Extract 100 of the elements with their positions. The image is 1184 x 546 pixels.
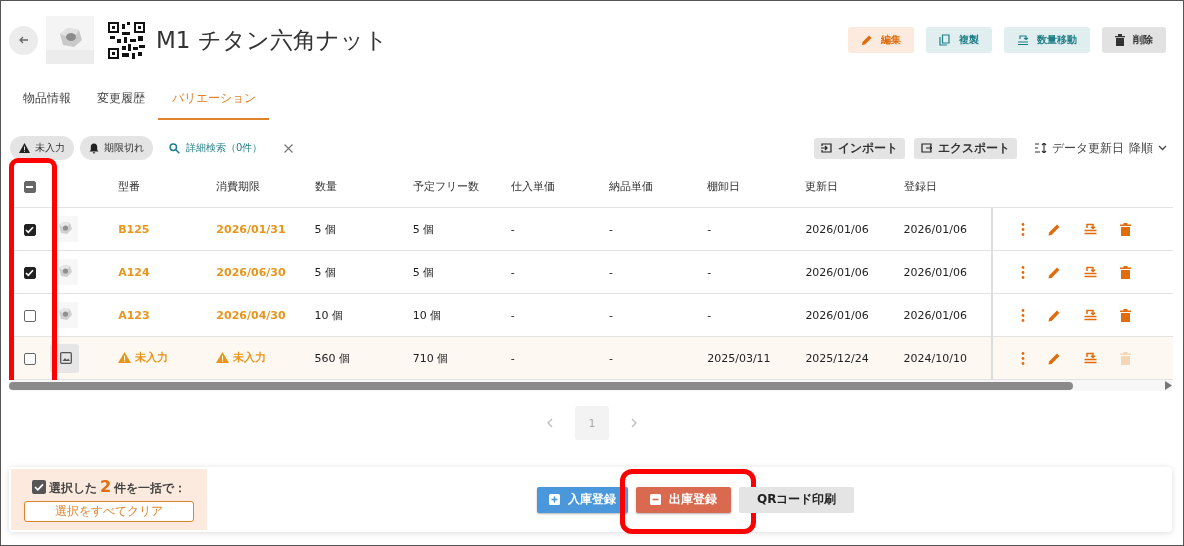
sort-icon bbox=[1035, 143, 1047, 153]
table-cell: 2026/01/06 bbox=[903, 308, 967, 322]
column-header: 更新日 bbox=[805, 180, 839, 193]
table-cell: - bbox=[609, 222, 613, 236]
warning-icon bbox=[118, 352, 132, 363]
next-page-icon[interactable] bbox=[631, 418, 638, 428]
table-cell: 5 個 bbox=[412, 222, 435, 236]
table-cell: 2026/01/06 bbox=[805, 222, 869, 236]
table-cell: 2026/01/06 bbox=[903, 265, 967, 279]
delete-button[interactable]: 削除 bbox=[1102, 27, 1166, 53]
table-cell: 2026/01/06 bbox=[805, 308, 869, 322]
column-header: 数量 bbox=[314, 180, 337, 193]
table-cell: 5 個 bbox=[314, 265, 336, 279]
expiry-date: 2026/04/30 bbox=[216, 308, 286, 322]
back-arrow-icon bbox=[17, 34, 30, 46]
export-button[interactable]: エクスポート bbox=[914, 137, 1017, 159]
table-cell: - bbox=[510, 308, 515, 322]
copy-icon bbox=[939, 34, 951, 46]
qr-code-icon bbox=[108, 21, 145, 59]
table-cell: 2025/03/11 bbox=[707, 351, 771, 365]
more-icon[interactable] bbox=[1020, 351, 1025, 365]
table-cell: - bbox=[707, 265, 712, 279]
expiry-date: 2026/01/31 bbox=[216, 222, 286, 236]
table-cell: 2024/10/10 bbox=[903, 351, 967, 365]
expiry-date: 未入力 bbox=[216, 350, 267, 365]
transfer-icon[interactable] bbox=[1083, 266, 1097, 278]
trash-icon[interactable] bbox=[1119, 308, 1131, 322]
table-cell: - bbox=[609, 308, 613, 322]
pencil-icon bbox=[861, 34, 873, 46]
transfer-icon[interactable] bbox=[1083, 309, 1097, 321]
column-header: 型番 bbox=[118, 180, 141, 193]
move-button[interactable]: 数量移動 bbox=[1004, 27, 1090, 53]
table-cell: 5 個 bbox=[314, 222, 336, 236]
pencil-icon[interactable] bbox=[1047, 351, 1061, 365]
table-cell: - bbox=[707, 222, 712, 236]
trash-icon bbox=[1115, 34, 1125, 46]
pencil-icon[interactable] bbox=[1047, 265, 1061, 279]
table-cell: - bbox=[609, 351, 613, 365]
table-cell: - bbox=[510, 265, 515, 279]
row-checkbox[interactable] bbox=[23, 309, 36, 322]
transfer-icon bbox=[1017, 34, 1029, 46]
item-title: M1 チタン六角ナット bbox=[156, 25, 388, 55]
trash-icon[interactable] bbox=[1119, 222, 1131, 236]
row-checkbox[interactable] bbox=[23, 266, 36, 279]
search-icon bbox=[169, 142, 180, 154]
more-icon[interactable] bbox=[1020, 265, 1025, 279]
export-icon bbox=[921, 143, 932, 153]
column-header: 消費期限 bbox=[216, 180, 261, 193]
copy-button[interactable]: 複製 bbox=[926, 27, 992, 53]
table-cell: - bbox=[609, 265, 613, 279]
table-cell: 710 個 bbox=[412, 351, 449, 365]
table-cell: 560 個 bbox=[314, 351, 350, 365]
import-icon bbox=[821, 143, 832, 153]
checkbox-icon bbox=[31, 480, 46, 494]
minus-box-icon bbox=[650, 494, 661, 505]
column-header: 登録日 bbox=[903, 180, 937, 193]
transfer-icon[interactable] bbox=[1083, 223, 1097, 235]
table-cell: 10 個 bbox=[314, 308, 343, 322]
column-header: 仕入単価 bbox=[510, 180, 555, 193]
selection-summary: 選択した 2 件を一括で： bbox=[48, 477, 187, 497]
warning-icon bbox=[19, 143, 30, 153]
advanced-search-link[interactable]: 詳細検索（0件） bbox=[169, 141, 263, 155]
qr-print-button[interactable]: QRコード印刷 bbox=[739, 486, 855, 513]
filter-chip[interactable]: 期限切れ bbox=[80, 136, 153, 160]
import-button[interactable]: インポート bbox=[814, 137, 905, 159]
tab[interactable]: 物品情報 bbox=[10, 81, 84, 120]
model-number: B125 bbox=[118, 222, 150, 236]
table-cell: 5 個 bbox=[412, 265, 435, 279]
previous-page-icon[interactable] bbox=[546, 418, 553, 428]
scrollbar-thumb[interactable] bbox=[9, 381, 1073, 390]
column-header: 棚卸日 bbox=[707, 180, 741, 193]
table-cell: 2025/12/24 bbox=[805, 351, 869, 365]
row-checkbox[interactable] bbox=[23, 352, 36, 365]
table-cell: 10 個 bbox=[412, 308, 442, 322]
warning-icon bbox=[216, 352, 230, 363]
table-cell: - bbox=[510, 222, 515, 236]
model-number: 未入力 bbox=[118, 350, 169, 365]
model-number: A123 bbox=[118, 308, 150, 322]
table-cell: 2026/01/06 bbox=[805, 265, 869, 279]
model-number: A124 bbox=[118, 265, 150, 279]
tab[interactable]: 変更履歴 bbox=[84, 81, 158, 120]
row-checkbox[interactable] bbox=[23, 223, 36, 236]
table-cell: 2026/01/06 bbox=[903, 222, 967, 236]
sort-dropdown[interactable]: データ更新日 降順 bbox=[1035, 139, 1167, 157]
back-button[interactable] bbox=[9, 25, 38, 55]
column-header: 納品単価 bbox=[609, 180, 654, 193]
column-header: 予定フリー数 bbox=[412, 180, 479, 193]
table-cell: - bbox=[707, 308, 712, 322]
close-icon[interactable] bbox=[284, 143, 294, 153]
image-icon bbox=[60, 352, 72, 364]
filter-chip[interactable]: 未入力 bbox=[10, 136, 74, 160]
scroll-right-icon[interactable] bbox=[1165, 381, 1172, 390]
transfer-icon[interactable] bbox=[1083, 352, 1097, 364]
pencil-icon[interactable] bbox=[1047, 222, 1061, 236]
more-icon[interactable] bbox=[1020, 222, 1025, 236]
pencil-icon[interactable] bbox=[1047, 308, 1061, 322]
trash-icon[interactable] bbox=[1119, 265, 1131, 279]
more-icon[interactable] bbox=[1020, 308, 1025, 322]
expiry-date: 2026/06/30 bbox=[216, 265, 286, 279]
select-all-checkbox[interactable] bbox=[23, 181, 36, 193]
